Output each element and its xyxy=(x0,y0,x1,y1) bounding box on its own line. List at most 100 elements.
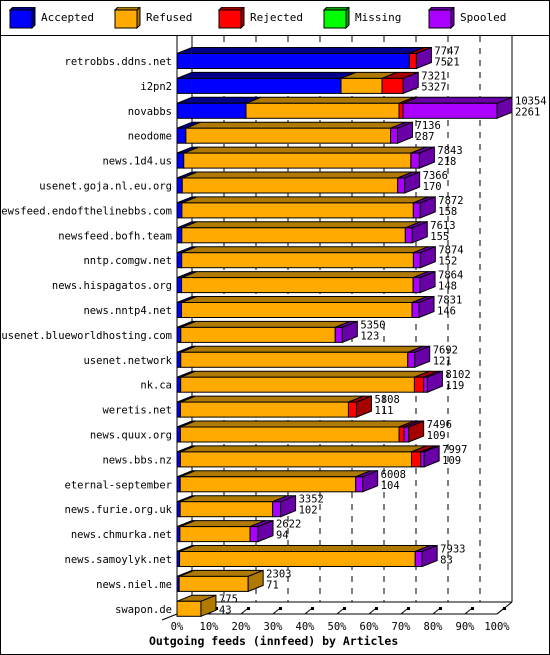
x-tick-label: 50% xyxy=(328,621,348,633)
category-label: neodome xyxy=(128,131,172,143)
x-tick-label: 10% xyxy=(200,621,220,633)
x-tick-mark xyxy=(240,608,248,615)
bar-secondary-label: 71 xyxy=(266,579,279,591)
bar-top-accepted xyxy=(176,47,425,54)
bar-top-refused xyxy=(181,296,428,303)
category-label: news.niel.me xyxy=(96,579,172,591)
bar-segment-refused xyxy=(181,227,406,244)
bar-segment-refused xyxy=(181,277,414,294)
bar-top-refused xyxy=(181,271,429,279)
x-tick-label: 0% xyxy=(171,621,184,633)
bar-segment-rejected xyxy=(408,53,417,69)
bar-segment-accepted xyxy=(176,351,182,368)
bar-segment-rejected xyxy=(410,451,422,468)
bar-segment-accepted xyxy=(176,152,185,169)
bar-secondary-label: 109 xyxy=(427,430,446,442)
x-tick-label: 20% xyxy=(232,621,252,633)
bar-segment-accepted xyxy=(176,177,183,194)
bar-segment-accepted xyxy=(176,202,183,219)
bar-segment-refused xyxy=(179,501,274,518)
bar-secondary-label: 119 xyxy=(445,380,464,392)
bar-segment-refused xyxy=(179,476,357,493)
bar-secondary-label: 94 xyxy=(276,530,289,542)
bar-segment-accepted xyxy=(176,53,410,69)
bar-segment-refused xyxy=(179,451,412,468)
category-label: news.furie.org.uk xyxy=(65,504,173,516)
bar-segment-accepted xyxy=(176,451,181,468)
bar-segment-spooled xyxy=(249,526,259,543)
x-tick-mark xyxy=(368,608,376,615)
bar-top-accepted xyxy=(176,71,357,79)
bar-segment-rejected xyxy=(398,426,405,443)
category-label: news.nntp4.net xyxy=(83,305,172,317)
bar-secondary-label: 5327 xyxy=(421,81,446,93)
category-label: news.samoylyk.net xyxy=(65,554,172,566)
bar-segment-spooled xyxy=(272,501,282,518)
bar-segment-accepted xyxy=(176,302,183,318)
x-tick-mark xyxy=(432,608,440,615)
bar-secondary-label: 170 xyxy=(423,181,442,193)
bar-top-refused xyxy=(185,121,406,129)
category-label: newsfeed.endofthelinebbs.com xyxy=(0,205,172,217)
x-tick-label: 90% xyxy=(456,621,476,633)
category-label: news.1d4.us xyxy=(102,156,172,168)
bar-segment-refused xyxy=(179,526,251,543)
x-tick-dot xyxy=(279,607,282,610)
bar-segment-refused xyxy=(183,152,412,169)
x-tick-dot xyxy=(311,607,314,610)
bar-segment-accepted xyxy=(176,326,182,343)
bar-secondary-label: 148 xyxy=(438,281,457,293)
bar-top-refused xyxy=(183,146,427,154)
bar-segment-accepted xyxy=(176,401,181,418)
x-tick-mark xyxy=(496,608,504,615)
bar-secondary-label: 155 xyxy=(430,231,449,243)
bar-top-refused xyxy=(245,96,415,104)
bar-segment-spooled xyxy=(412,252,421,269)
bar-segment-spooled xyxy=(402,102,498,119)
bar-top-refused xyxy=(179,545,431,552)
bar-segment-rejected xyxy=(347,401,358,418)
bar-segment-refused xyxy=(185,127,392,144)
category-label: usenet.network xyxy=(83,355,172,367)
x-tick-label: 30% xyxy=(264,621,284,633)
x-tick-mark xyxy=(272,608,280,615)
bar-top-refused xyxy=(180,395,364,403)
bar-segment-accepted xyxy=(176,102,247,119)
bar-top-refused xyxy=(181,196,429,204)
bar-secondary-label: 146 xyxy=(437,306,456,318)
x-tick-label: 60% xyxy=(360,621,380,633)
bar-secondary-label: 158 xyxy=(438,206,457,218)
category-label: news.chmurka.net xyxy=(71,529,172,541)
bar-segment-spooled xyxy=(334,326,343,343)
x-tick-dot xyxy=(471,607,474,610)
bar-segment-spooled xyxy=(420,451,425,468)
bar-secondary-label: 121 xyxy=(433,355,452,367)
x-tick-mark xyxy=(400,608,408,615)
bar-secondary-label: 218 xyxy=(437,156,456,168)
category-label: news.bbs.nz xyxy=(102,454,172,466)
bar-segment-refused xyxy=(179,426,400,443)
bar-segment-refused xyxy=(176,600,202,617)
bar-top-refused xyxy=(180,370,430,378)
bar-secondary-label: 111 xyxy=(375,405,394,417)
bar-top-spooled xyxy=(402,96,513,104)
bar-secondary-label: 109 xyxy=(442,455,461,467)
bar-segment-spooled xyxy=(407,351,416,368)
category-label: usenet.blueworldhosting.com xyxy=(1,330,172,342)
bar-segment-accepted xyxy=(176,376,182,393)
bar-top-refused xyxy=(180,470,371,478)
bar-segment-refused xyxy=(178,575,249,592)
x-tick-dot xyxy=(343,607,346,610)
bar-segment-refused xyxy=(180,326,336,343)
bar-segment-accepted xyxy=(176,252,183,269)
bar-segment-rejected xyxy=(398,102,404,119)
x-tick-mark xyxy=(304,608,312,615)
bar-top-refused xyxy=(182,171,413,179)
x-tick-mark xyxy=(464,608,472,615)
bar-secondary-label: 2261 xyxy=(515,106,540,118)
category-label: novabbs xyxy=(128,106,172,118)
bar-segment-spooled xyxy=(423,376,428,393)
x-tick-label: 40% xyxy=(296,621,316,633)
bar-top-refused xyxy=(179,495,288,503)
category-label: usenet.goja.nl.eu.org xyxy=(39,181,172,193)
